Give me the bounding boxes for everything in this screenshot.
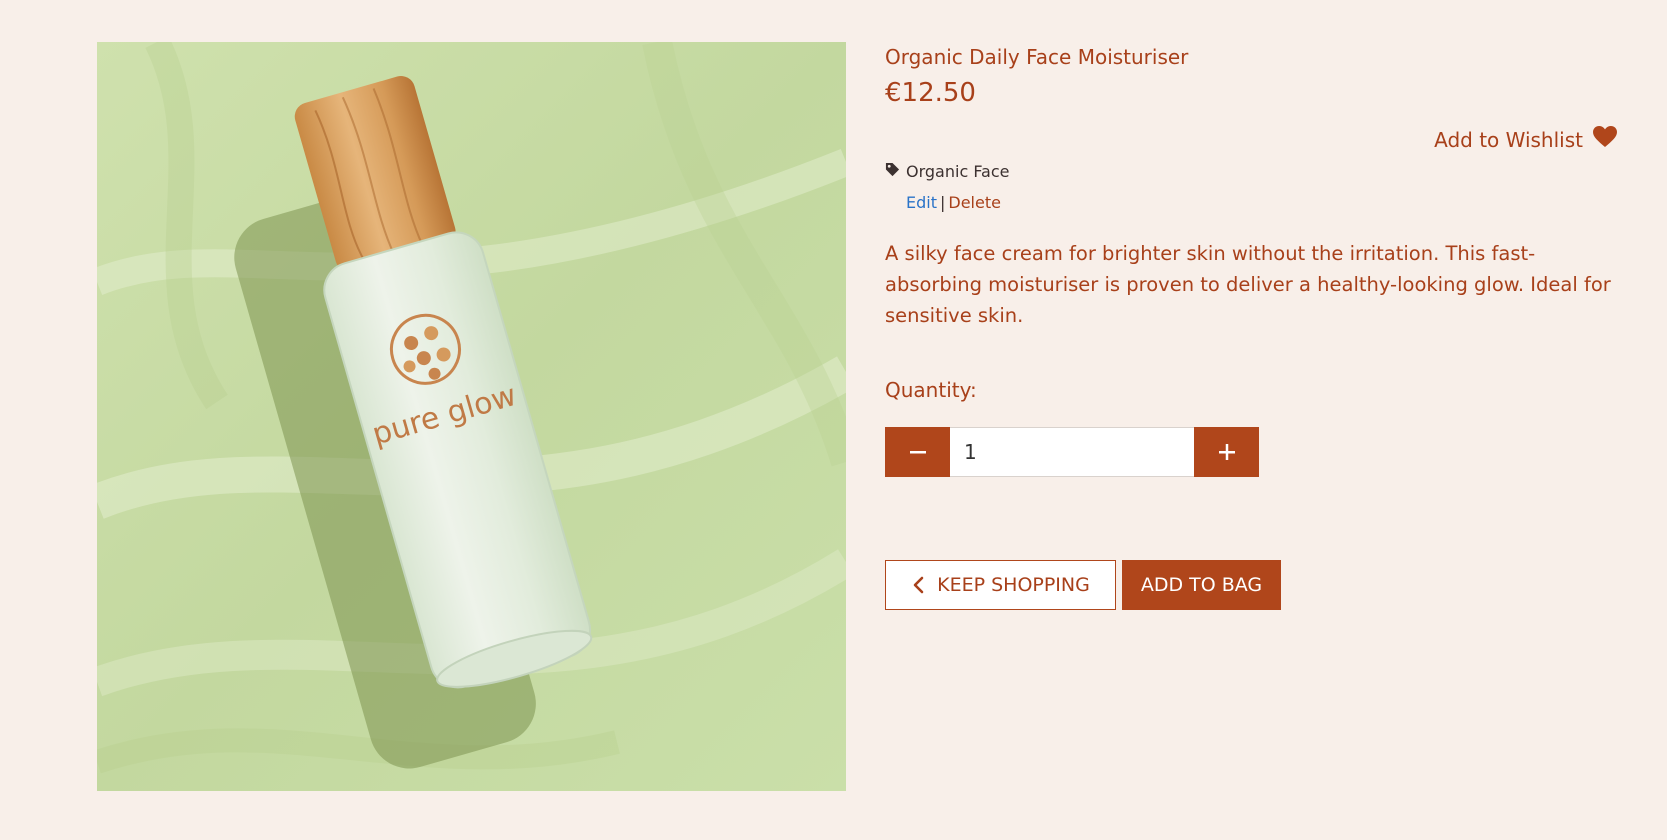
keep-shopping-button[interactable]: KEEP SHOPPING — [885, 560, 1116, 610]
product-price: €12.50 — [885, 78, 976, 108]
wishlist-label: Add to Wishlist — [1434, 127, 1583, 152]
quantity-stepper — [885, 427, 1259, 477]
minus-icon — [909, 451, 926, 454]
product-photo: pure glow — [97, 42, 846, 791]
plus-icon — [1218, 444, 1235, 460]
increment-button[interactable] — [1194, 427, 1259, 477]
add-to-wishlist-link[interactable]: Add to Wishlist — [1434, 126, 1617, 153]
quantity-input[interactable] — [950, 427, 1194, 477]
edit-link[interactable]: Edit — [906, 193, 937, 212]
product-image: pure glow — [97, 42, 846, 791]
tag-icon — [885, 162, 900, 181]
heart-icon — [1593, 126, 1617, 153]
chevron-left-icon — [913, 576, 924, 594]
add-to-bag-button[interactable]: ADD TO BAG — [1122, 560, 1281, 610]
admin-links: Edit | Delete — [906, 193, 1001, 212]
quantity-label: Quantity: — [885, 378, 977, 402]
category-label: Organic Face — [906, 162, 1010, 181]
admin-separator: | — [939, 193, 946, 212]
product-category: Organic Face — [885, 162, 1010, 181]
action-buttons: KEEP SHOPPING ADD TO BAG — [885, 560, 1281, 610]
product-detail-page: pure glow Organic Daily Face Moisturiser… — [0, 0, 1667, 840]
decrement-button[interactable] — [885, 427, 950, 477]
keep-shopping-label: KEEP SHOPPING — [937, 574, 1090, 596]
product-title: Organic Daily Face Moisturiser — [885, 45, 1189, 69]
product-description: A silky face cream for brighter skin wit… — [885, 242, 1611, 327]
delete-link[interactable]: Delete — [948, 193, 1001, 212]
